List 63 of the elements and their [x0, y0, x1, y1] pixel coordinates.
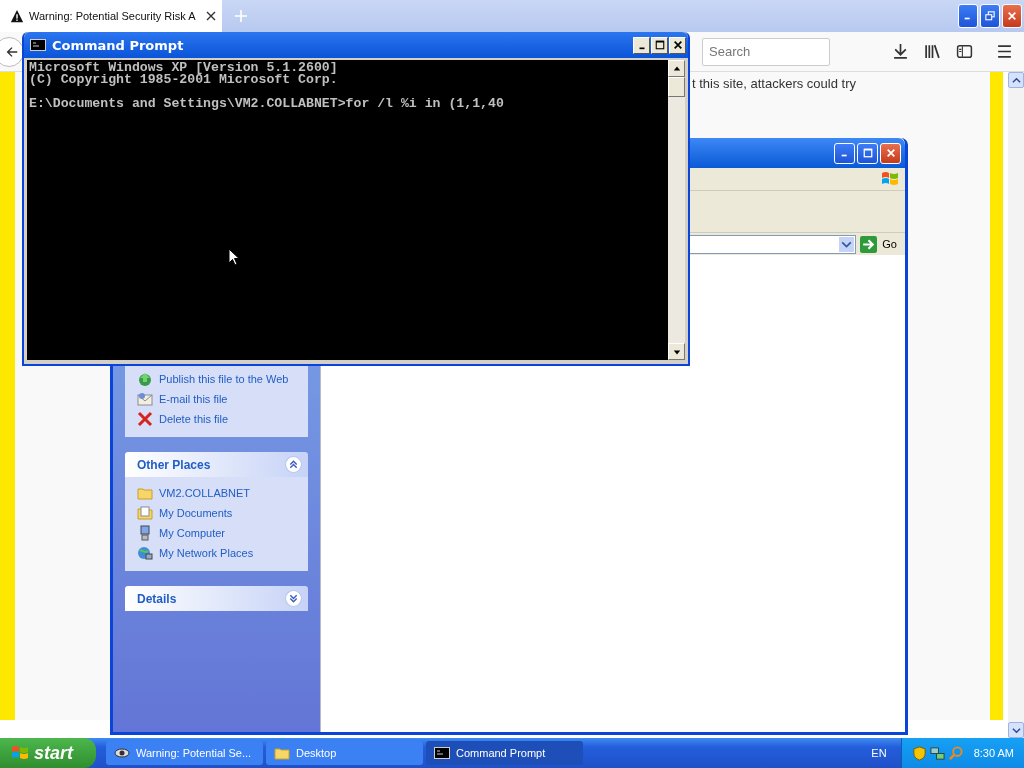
menu-icon[interactable] — [996, 43, 1013, 60]
sidebar-icon[interactable] — [956, 43, 973, 60]
minimize-button[interactable] — [633, 36, 650, 54]
taskbar-button[interactable]: Desktop — [266, 741, 423, 765]
console-command: E:\Documents and Settings\VM2.COLLABNET>for /l %i in (1,1,40 — [29, 98, 505, 110]
scrollbar[interactable] — [668, 60, 685, 360]
start-button[interactable]: start — [0, 738, 96, 768]
minimize-button[interactable] — [958, 4, 978, 28]
right-arrow-icon[interactable] — [860, 235, 878, 253]
task-link[interactable]: VM2.COLLABNET — [159, 487, 251, 499]
warning-icon — [10, 9, 24, 23]
maximize-icon[interactable] — [654, 40, 665, 50]
library-icon[interactable] — [924, 43, 941, 60]
folder-icon — [274, 745, 290, 761]
close-button[interactable] — [669, 36, 686, 54]
language-indicator[interactable]: EN — [871, 747, 887, 759]
mouse-pointer-icon — [228, 248, 240, 266]
tab-title: Warning: Potential Security Risk A — [29, 10, 197, 22]
scrollbar[interactable] — [1008, 72, 1024, 738]
eye-icon — [114, 745, 130, 761]
task-link[interactable]: My Computer — [159, 527, 226, 539]
taskbar-button[interactable]: Command Prompt — [426, 741, 583, 765]
browser-tab[interactable]: Warning: Potential Security Risk A — [0, 0, 222, 32]
task-link[interactable]: My Documents — [159, 507, 233, 519]
clock: 8:30 AM — [973, 747, 1014, 759]
task-link[interactable]: Delete this file — [159, 413, 229, 425]
window-title: Command Prompt — [52, 37, 184, 53]
panel-header[interactable]: Details — [125, 586, 308, 611]
computer-icon — [137, 525, 153, 541]
go-button[interactable]: Go — [860, 235, 903, 253]
task-link[interactable]: Publish this file to the Web — [159, 373, 289, 385]
search-field[interactable]: Search — [702, 37, 830, 66]
panel-header[interactable]: Other Places — [125, 452, 308, 477]
page-text: t this site, attackers could try — [692, 76, 857, 91]
close-icon[interactable] — [672, 40, 683, 50]
restore-icon[interactable] — [985, 11, 995, 21]
network-icon[interactable] — [929, 745, 945, 761]
collapse-chevron-icon[interactable] — [285, 456, 302, 473]
console-icon — [434, 745, 450, 761]
task-link[interactable]: My Network Places — [159, 547, 254, 559]
x-mark-icon — [137, 411, 153, 427]
envelope-icon — [137, 391, 153, 407]
expand-chevron-icon[interactable] — [285, 590, 302, 607]
maximize-button[interactable] — [857, 142, 878, 164]
console-text: Microsoft Windows XP [Version 5.1.2600] — [29, 62, 339, 74]
restore-button[interactable] — [980, 4, 1000, 28]
globe-computer-icon — [137, 545, 153, 561]
documents-folder-icon — [137, 505, 153, 521]
scroll-thumb[interactable] — [668, 77, 685, 97]
console-text: (C) Copyright 1985-2001 Microsoft Corp. — [29, 74, 339, 86]
back-button[interactable] — [0, 36, 24, 67]
folder-icon — [137, 485, 153, 501]
close-tab-icon[interactable] — [206, 11, 216, 21]
task-link[interactable]: E-mail this file — [159, 393, 228, 405]
maximize-button[interactable] — [651, 36, 668, 54]
download-icon[interactable] — [892, 43, 909, 60]
shield-icon[interactable] — [911, 745, 927, 761]
back-arrow-icon[interactable] — [5, 44, 19, 59]
console-icon — [30, 39, 46, 51]
taskbar-button[interactable]: Warning: Potential Se... — [106, 741, 263, 765]
minimize-button[interactable] — [834, 142, 855, 164]
up-arrow-icon[interactable] — [672, 64, 681, 73]
down-arrow-icon[interactable] — [672, 347, 681, 356]
